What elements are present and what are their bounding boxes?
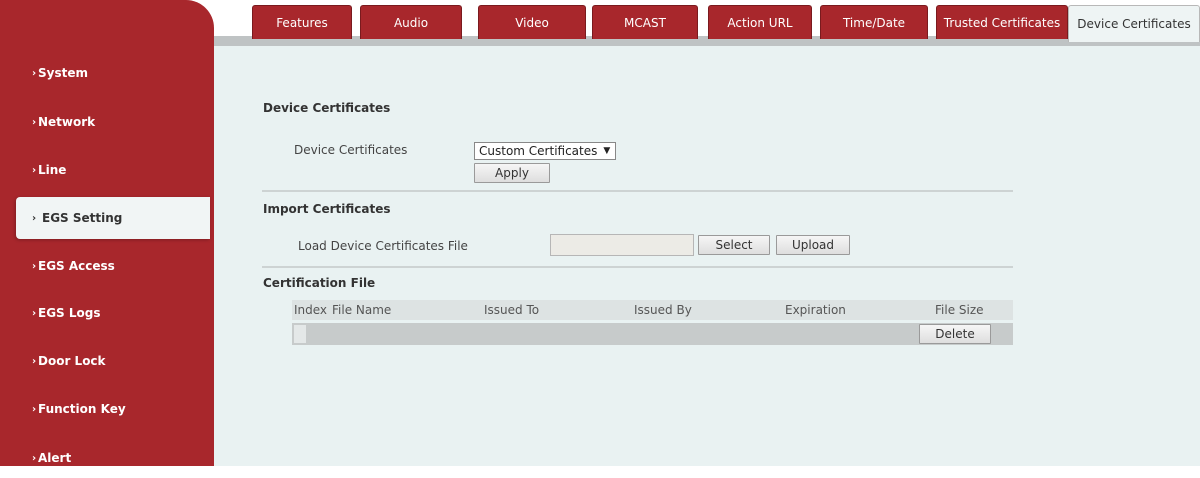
load-certificates-file-label: Load Device Certificates File [298,239,468,253]
sidebar-item-label: Network [38,115,96,129]
certificate-file-input[interactable] [550,234,694,256]
tab-action-url[interactable]: Action URL [708,5,812,39]
tab-bar: Features Audio Video MCAST Action URL Ti… [214,0,1200,46]
sidebar-item-label: Function Key [38,402,126,416]
section-divider [262,266,1013,268]
section-title-import-certificates: Import Certificates [263,202,391,216]
device-certificates-label: Device Certificates [294,143,408,157]
section-divider [262,190,1013,192]
chevron-right-icon: › [32,452,37,464]
column-header-expiration: Expiration [785,303,846,317]
sidebar-item-label: System [38,66,88,80]
chevron-right-icon: › [32,307,37,319]
chevron-right-icon: › [32,212,37,224]
main-content: Device Certificates Device Certificates … [214,46,1200,466]
chevron-right-icon: › [32,67,37,79]
sidebar-item-label: EGS Access [38,259,115,273]
chevron-right-icon: › [32,355,37,367]
sidebar-item-egs-access[interactable]: › EGS Access [0,246,214,286]
chevron-right-icon: › [32,403,37,415]
select-value: Custom Certificates [479,144,598,158]
delete-button[interactable]: Delete [919,324,991,344]
dropdown-arrow-icon: ▼ [603,146,611,156]
sidebar-item-network[interactable]: › Network [0,102,214,142]
sidebar-item-egs-setting[interactable]: › EGS Setting [16,197,210,239]
section-title-certification-file: Certification File [263,276,376,290]
sidebar-item-alert[interactable]: › Alert [0,438,214,478]
sidebar-item-label: Line [38,163,67,177]
chevron-right-icon: › [32,260,37,272]
sidebar-item-label: EGS Setting [42,211,123,225]
tab-trusted-certificates[interactable]: Trusted Certificates [936,5,1068,39]
tab-video[interactable]: Video [478,5,586,39]
sidebar-item-function-key[interactable]: › Function Key [0,389,214,429]
table-header: Index File Name Issued To Issued By Expi… [292,300,1013,320]
sidebar-item-egs-logs[interactable]: › EGS Logs [0,293,214,333]
chevron-right-icon: › [32,164,37,176]
sidebar-item-label: Alert [38,451,72,465]
chevron-right-icon: › [32,116,37,128]
sidebar-item-label: Door Lock [38,354,106,368]
tab-features[interactable]: Features [252,5,352,39]
sidebar-nav: › System › Network › Line › EGS Setting … [0,0,214,466]
column-header-issued-to: Issued To [484,303,540,317]
device-certificates-select[interactable]: Custom Certificates ▼ [474,142,616,160]
column-header-issued-by: Issued By [634,303,692,317]
sidebar-item-door-lock[interactable]: › Door Lock [0,341,214,381]
section-title-device-certificates: Device Certificates [263,101,391,115]
tab-time-date[interactable]: Time/Date [820,5,928,39]
select-file-button[interactable]: Select [698,235,770,255]
table-row: Delete [292,323,1013,345]
column-header-file-size: File Size [935,303,984,317]
sidebar-item-system[interactable]: › System [0,53,214,93]
tab-mcast[interactable]: MCAST [592,5,698,39]
apply-button[interactable]: Apply [474,163,550,183]
row-select-box[interactable] [294,325,306,343]
sidebar-item-label: EGS Logs [38,306,101,320]
upload-button[interactable]: Upload [776,235,850,255]
column-header-file-name: File Name [332,303,392,317]
tab-device-certificates[interactable]: Device Certificates [1068,5,1200,42]
column-header-index: Index [294,303,328,317]
tab-audio[interactable]: Audio [360,5,462,39]
sidebar-item-line[interactable]: › Line [0,150,214,190]
